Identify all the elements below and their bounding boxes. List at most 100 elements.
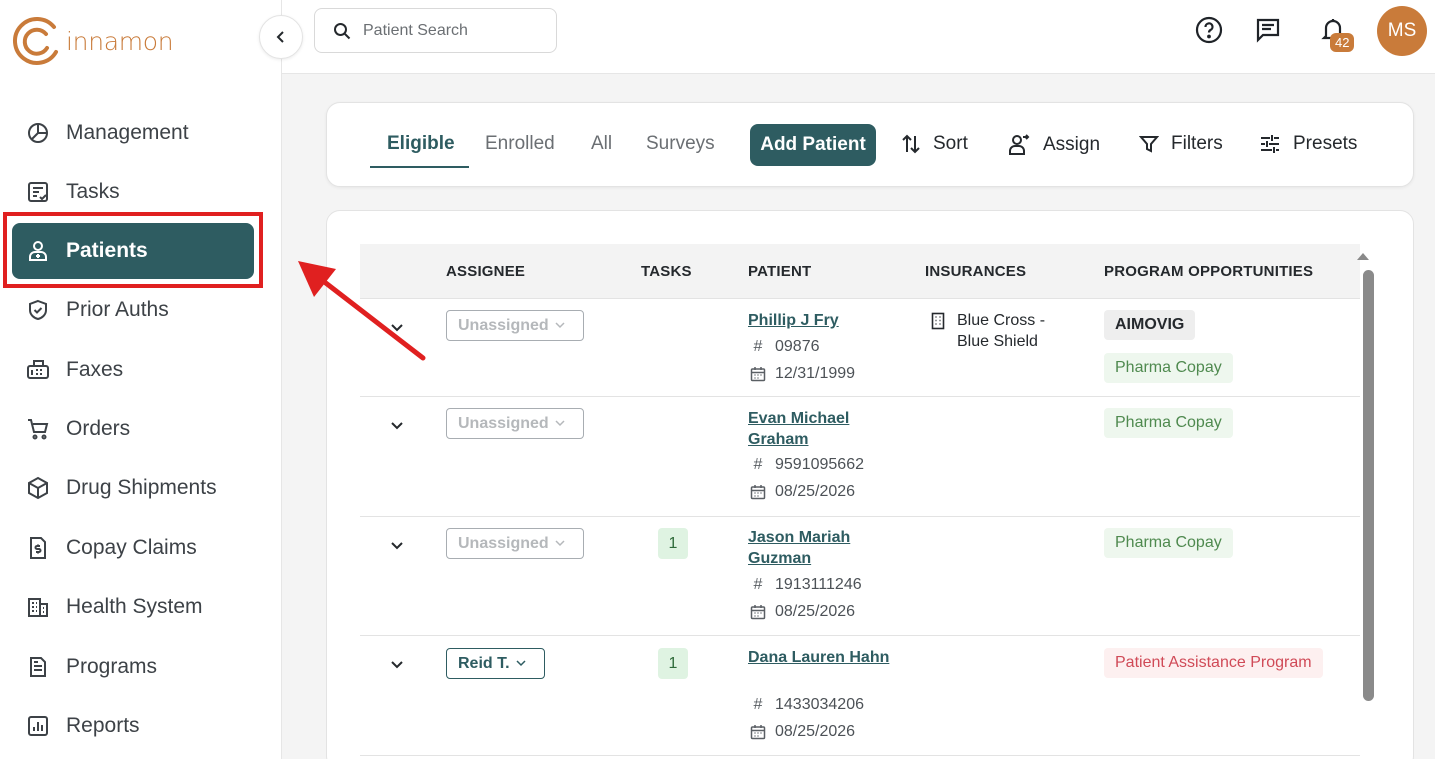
program-pill[interactable]: Pharma Copay: [1104, 353, 1233, 383]
search-input[interactable]: [363, 21, 543, 40]
table-row[interactable]: Reid T. 1 Dana Lauren Hahn # 1433034206 …: [360, 636, 1360, 756]
hash-icon: #: [753, 576, 763, 593]
assignee-value: Unassigned: [458, 414, 549, 432]
chevron-left-icon: [276, 31, 284, 43]
column-header-patient[interactable]: PATIENT: [748, 263, 811, 280]
dollar-document-icon: [24, 534, 52, 562]
expand-chevron-icon[interactable]: [389, 417, 405, 433]
expand-chevron-icon[interactable]: [389, 537, 405, 553]
table-row[interactable]: Unassigned Phillip J Fry # 09876 12/31/1…: [360, 299, 1360, 397]
help-icon: [1195, 16, 1223, 44]
sidebar-item-management[interactable]: Management: [12, 105, 254, 161]
column-header-assignee[interactable]: ASSIGNEE: [446, 263, 525, 280]
assignee-value: Reid T.: [458, 654, 510, 672]
tab-all[interactable]: All: [591, 133, 612, 155]
program-pill[interactable]: Pharma Copay: [1104, 528, 1233, 558]
patient-dob: 12/31/1999: [749, 365, 855, 383]
sidebar-item-health-system[interactable]: Health System: [12, 579, 254, 635]
help-button[interactable]: [1193, 14, 1225, 46]
sidebar-item-drug-shipments[interactable]: Drug Shipments: [12, 460, 254, 516]
assign-user-icon: [1007, 133, 1031, 157]
brand-logo[interactable]: innamon: [10, 14, 174, 68]
task-count-badge[interactable]: 1: [658, 528, 688, 559]
sidebar-item-orders[interactable]: Orders: [12, 401, 254, 457]
sidebar-item-label: Faxes: [66, 358, 124, 381]
assign-button[interactable]: Assign: [1007, 133, 1100, 157]
document-icon: [24, 653, 52, 681]
patient-id-value: 9591095662: [775, 456, 864, 473]
collapse-sidebar-button[interactable]: [259, 15, 303, 59]
program-pill[interactable]: Pharma Copay: [1104, 408, 1233, 438]
sidebar-item-label: Health System: [66, 595, 203, 618]
chevron-down-icon: [555, 419, 565, 426]
patient-name-link[interactable]: Phillip J Fry: [748, 310, 898, 331]
sidebar-item-label: Drug Shipments: [66, 476, 217, 499]
table-row[interactable]: Unassigned 1 Jason Mariah Guzman # 19131…: [360, 517, 1360, 636]
column-header-program-opportunities[interactable]: PROGRAM OPPORTUNITIES: [1104, 263, 1313, 280]
filters-label: Filters: [1171, 133, 1223, 154]
notification-count-badge: 42: [1330, 33, 1355, 52]
program-pill[interactable]: AIMOVIG: [1104, 310, 1196, 340]
cart-icon: [24, 415, 52, 443]
user-avatar[interactable]: MS: [1377, 6, 1427, 56]
insurance-name: Blue Cross - Blue Shield: [957, 312, 1046, 350]
scroll-up-arrow-icon[interactable]: [1355, 248, 1371, 264]
column-header-tasks[interactable]: TASKS: [641, 263, 692, 280]
sidebar-item-programs[interactable]: Programs: [12, 639, 254, 695]
tab-surveys[interactable]: Surveys: [646, 133, 715, 155]
chevron-down-icon: [516, 659, 526, 666]
package-icon: [24, 474, 52, 502]
expand-chevron-icon[interactable]: [389, 656, 405, 672]
sidebar-item-prior-auths[interactable]: Prior Auths: [12, 282, 254, 338]
patient-name-link[interactable]: Dana Lauren Hahn: [748, 647, 898, 668]
patient-name-link[interactable]: Jason Mariah Guzman: [748, 527, 898, 569]
sidebar-item-reports[interactable]: Reports: [12, 698, 254, 754]
assignee-select[interactable]: Unassigned: [446, 408, 584, 439]
task-count-badge[interactable]: 1: [658, 648, 688, 679]
patient-dob-value: 08/25/2026: [775, 603, 856, 620]
vertical-scrollbar-thumb[interactable]: [1363, 270, 1374, 701]
tab-eligible[interactable]: Eligible: [387, 133, 455, 155]
patient-dob-value: 12/31/1999: [775, 365, 856, 382]
program-pill[interactable]: Patient Assistance Program: [1104, 648, 1323, 678]
tasks-icon: [24, 178, 52, 206]
column-header-insurances[interactable]: INSURANCES: [925, 263, 1026, 280]
calendar-icon: [749, 366, 767, 382]
patient-search[interactable]: [314, 8, 557, 53]
assignee-select[interactable]: Unassigned: [446, 528, 584, 559]
sidebar-item-label: Orders: [66, 417, 131, 440]
messages-button[interactable]: [1252, 14, 1284, 46]
top-bar: 42 MS: [282, 0, 1435, 74]
sliders-icon: [1259, 134, 1281, 154]
sort-button[interactable]: Sort: [901, 133, 968, 155]
patient-dob: 08/25/2026: [749, 723, 855, 741]
sidebar-item-copay-claims[interactable]: Copay Claims: [12, 520, 254, 576]
building-icon: [24, 593, 52, 621]
add-patient-button[interactable]: Add Patient: [750, 124, 876, 166]
patient-id-value: 1913111246: [775, 576, 862, 593]
calendar-icon: [749, 604, 767, 620]
hash-icon: #: [753, 696, 763, 713]
patient-id: # 1433034206: [749, 696, 864, 714]
assignee-select[interactable]: Unassigned: [446, 310, 584, 341]
expand-chevron-icon[interactable]: [389, 319, 405, 335]
fax-icon: [24, 356, 52, 384]
sidebar-item-faxes[interactable]: Faxes: [12, 342, 254, 398]
management-icon: [24, 119, 52, 147]
patient-name-link[interactable]: Evan Michael Graham: [748, 408, 898, 450]
filters-button[interactable]: Filters: [1139, 133, 1223, 155]
chevron-down-icon: [555, 321, 565, 328]
filter-icon: [1139, 134, 1159, 154]
tab-enrolled[interactable]: Enrolled: [485, 133, 555, 155]
assignee-select[interactable]: Reid T.: [446, 648, 545, 679]
chat-icon: [1256, 18, 1280, 43]
hash-icon: #: [753, 338, 763, 355]
patients-table: ASSIGNEE TASKS PATIENT INSURANCES PROGRA…: [326, 210, 1414, 759]
patient-dob: 08/25/2026: [749, 483, 855, 501]
patients-toolbar: Eligible Enrolled All Surveys Add Patien…: [326, 102, 1414, 187]
table-row[interactable]: Unassigned Evan Michael Graham # 9591095…: [360, 397, 1360, 517]
patient-dob-value: 08/25/2026: [775, 723, 856, 740]
presets-button[interactable]: Presets: [1259, 133, 1357, 155]
assignee-value: Unassigned: [458, 316, 549, 334]
sidebar: innamon Management Tasks Patients Prior …: [0, 0, 282, 759]
